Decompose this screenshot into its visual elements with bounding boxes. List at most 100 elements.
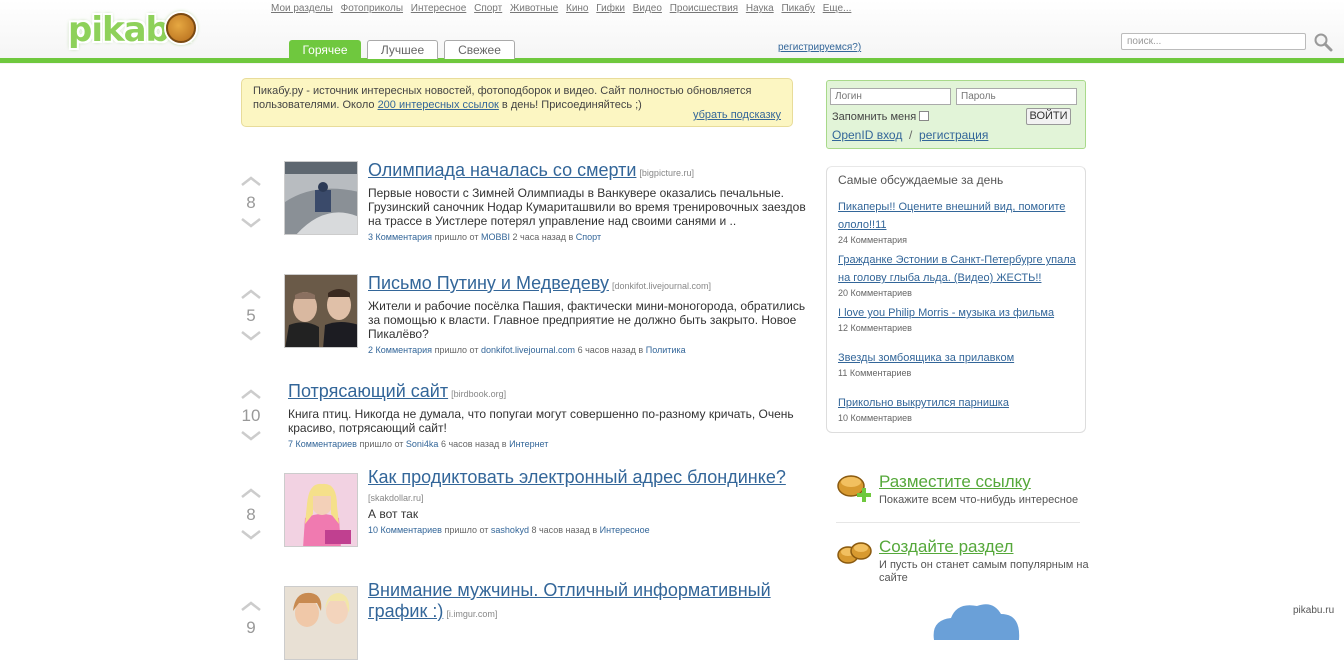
nav-link[interactable]: Гифки: [596, 3, 625, 14]
story-from-label: пришло от: [359, 439, 404, 449]
tab-fresh[interactable]: Свежее: [444, 40, 515, 59]
login-button[interactable]: ВОЙТИ: [1026, 108, 1071, 125]
site-logo[interactable]: pikabu: [68, 10, 198, 52]
create-section-title[interactable]: Создайте раздел: [879, 537, 1013, 557]
discussed-comments: 12 Комментариев: [838, 323, 912, 333]
login-separator: /: [909, 128, 913, 142]
discussed-comments: 24 Комментария: [838, 235, 908, 245]
discussed-item: Гражданке Эстонии в Санкт-Петербурге упа…: [838, 250, 1086, 298]
nav-link[interactable]: Видео: [633, 3, 662, 14]
nav-link[interactable]: Кино: [566, 3, 589, 14]
story-category-link[interactable]: Интересное: [600, 525, 650, 535]
nav-link-more[interactable]: Еще...: [823, 3, 852, 14]
add-link-icon[interactable]: [836, 472, 874, 504]
story-comments-link[interactable]: 3 Комментария: [368, 232, 432, 242]
story-from-label: пришло от: [444, 525, 489, 535]
vote-up-icon[interactable]: [241, 289, 261, 299]
nav-link[interactable]: Наука: [746, 3, 774, 14]
story-title[interactable]: Письмо Путину и Медведеву: [368, 273, 609, 293]
story-thumbnail[interactable]: [284, 161, 358, 235]
story-time: 6 часов назад в: [577, 345, 644, 355]
discussed-link[interactable]: Прикольно выкрутился парнишка: [838, 397, 1009, 409]
hint-text-end: в день! Присоединяйтесь ;): [498, 99, 642, 111]
login-links: OpenID вход / регистрация: [832, 128, 988, 142]
vote-block: 8: [241, 173, 261, 233]
discussed-link[interactable]: Пикаперы!! Оцените внешний вид, помогите…: [838, 201, 1065, 231]
register-link[interactable]: регистрация: [919, 128, 988, 142]
discussed-link[interactable]: Звезды зомбоящика за прилавком: [838, 352, 1014, 364]
story-domain: [birdbook.org]: [451, 389, 507, 399]
story-title[interactable]: Как продиктовать электронный адрес блонд…: [368, 467, 786, 487]
story-author-link[interactable]: Soni4ka: [406, 439, 439, 449]
pie-logo-icon: [166, 13, 196, 43]
vote-block: 10: [241, 386, 261, 446]
discussed-link[interactable]: I love you Philip Morris - музыка из фил…: [838, 307, 1054, 319]
vote-down-icon[interactable]: [241, 431, 261, 441]
tab-hot[interactable]: Горячее: [289, 40, 361, 59]
story-domain: [skakdollar.ru]: [368, 493, 424, 503]
watermark: pikabu.ru: [1293, 605, 1335, 616]
story-thumbnail[interactable]: [284, 473, 358, 547]
password-field[interactable]: [956, 88, 1077, 105]
vote-up-icon[interactable]: [241, 601, 261, 611]
create-section-icon[interactable]: [836, 537, 874, 569]
vote-up-icon[interactable]: [241, 389, 261, 399]
story-category-link[interactable]: Спорт: [576, 232, 601, 242]
story-thumbnail[interactable]: [284, 586, 358, 660]
search-input[interactable]: поиск...: [1121, 33, 1306, 50]
add-link-title[interactable]: Разместите ссылку: [879, 472, 1031, 492]
story-title[interactable]: Олимпиада началась со смерти: [368, 160, 636, 180]
nav-link[interactable]: Мои разделы: [271, 3, 333, 14]
discussed-comments: 20 Комментариев: [838, 288, 912, 298]
discussed-item: I love you Philip Morris - музыка из фил…: [838, 303, 1086, 333]
vote-block: 9: [241, 598, 261, 640]
remember-me-label: Запомнить меня: [832, 111, 917, 123]
remember-me-checkbox[interactable]: [919, 111, 929, 121]
story-thumbnail[interactable]: [284, 274, 358, 348]
story-title[interactable]: Внимание мужчины. Отличный информативный…: [368, 580, 771, 621]
story-author-link[interactable]: MOBBI: [481, 232, 510, 242]
header-register-link[interactable]: регистрируемся?): [778, 42, 861, 53]
story-body: Потрясающий сайт [birdbook.org] Книга пти…: [288, 381, 813, 449]
story-body: Письмо Путину и Медведеву [donkifot.livej…: [368, 273, 813, 355]
vote-block: 5: [241, 286, 261, 346]
discussed-link[interactable]: Гражданке Эстонии в Санкт-Петербурге упа…: [838, 254, 1076, 284]
story-comments-link[interactable]: 10 Комментариев: [368, 525, 442, 535]
story-title[interactable]: Потрясающий сайт: [288, 381, 448, 401]
nav-link[interactable]: Пикабу: [781, 3, 814, 14]
nav-link[interactable]: Фотоприколы: [341, 3, 403, 14]
story-comments-link[interactable]: 2 Комментария: [368, 345, 432, 355]
story-author-link[interactable]: sashokyd: [491, 525, 529, 535]
tab-best[interactable]: Лучшее: [367, 40, 438, 59]
nav-link[interactable]: Происшествия: [670, 3, 738, 14]
search-icon[interactable]: [1313, 32, 1333, 52]
nav-link[interactable]: Интересное: [411, 3, 467, 14]
vote-up-icon[interactable]: [241, 176, 261, 186]
create-section-desc: И пусть он станет самым популярным на са…: [879, 559, 1089, 584]
vote-down-icon[interactable]: [241, 530, 261, 540]
hide-hint-link[interactable]: убрать подсказку: [693, 108, 781, 122]
vote-down-icon[interactable]: [241, 218, 261, 228]
vote-count: 8: [246, 505, 256, 524]
vote-down-icon[interactable]: [241, 331, 261, 341]
story-text: Жители и рабочие посёлка Пашия, фактичес…: [368, 299, 806, 341]
vote-up-icon[interactable]: [241, 488, 261, 498]
openid-login-link[interactable]: OpenID вход: [832, 128, 902, 142]
story-category-link[interactable]: Политика: [646, 345, 686, 355]
nav-link[interactable]: Спорт: [474, 3, 502, 14]
story-meta: 3 Комментария пришло от MOBBI 2 часа наз…: [368, 232, 813, 242]
login-field[interactable]: [830, 88, 951, 105]
header-divider: [0, 58, 1344, 63]
story-time: 2 часа назад в: [512, 232, 574, 242]
login-box: Запомнить меня ВОЙТИ OpenID вход / регис…: [826, 80, 1086, 149]
vote-block: 8: [241, 485, 261, 545]
add-link-desc: Покажите всем что-нибудь интересное: [879, 494, 1079, 506]
story-category-link[interactable]: Интернет: [509, 439, 548, 449]
nav-link[interactable]: Животные: [510, 3, 558, 14]
story-time: 8 часов назад в: [531, 525, 598, 535]
story-author-link[interactable]: donkifot.livejournal.com: [481, 345, 575, 355]
most-discussed-title: Самые обсуждаемые за день: [838, 173, 1004, 187]
story-text: Книга птиц. Никогда не думала, что попуг…: [288, 407, 794, 435]
story-comments-link[interactable]: 7 Комментариев: [288, 439, 357, 449]
hint-link[interactable]: 200 интересных ссылок: [378, 99, 499, 111]
